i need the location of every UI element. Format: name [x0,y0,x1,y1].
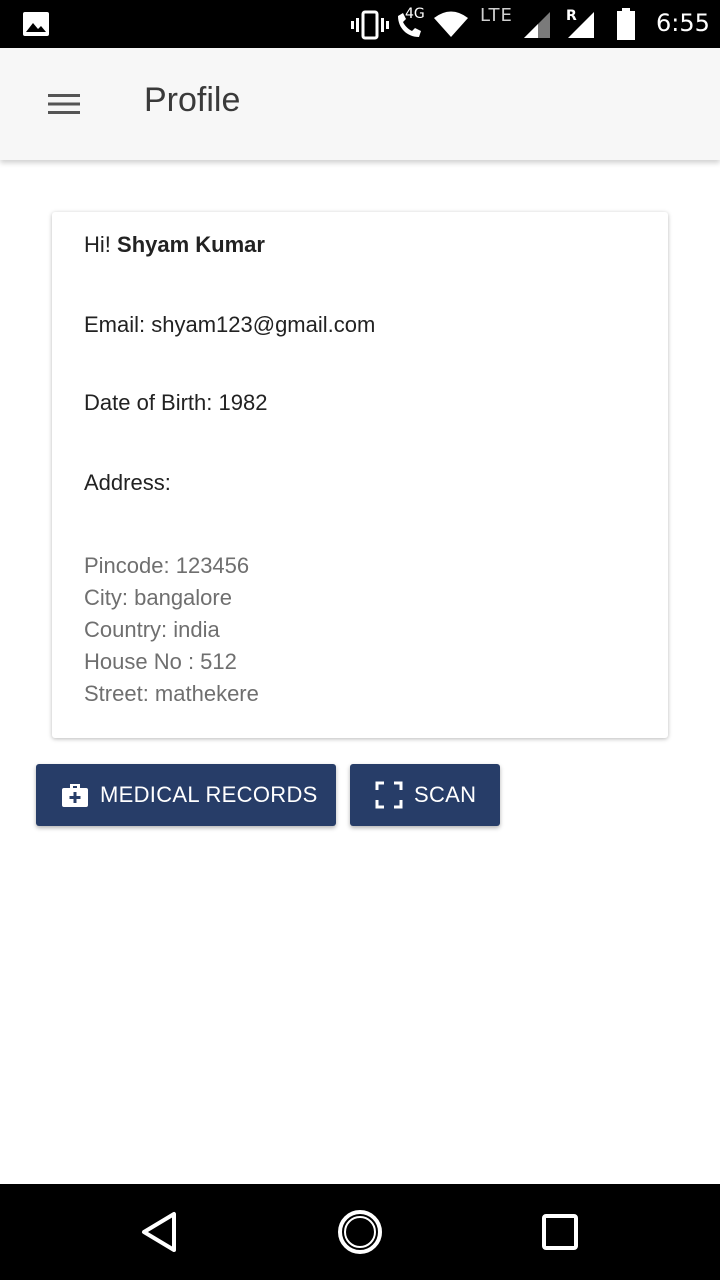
address-pincode: Pincode: 123456 [84,553,250,578]
address-country: Country: india [84,617,220,642]
dob-text: Date of Birth: 1982 [84,390,268,415]
greeting: Hi! Shyam Kumar [84,232,265,258]
address-house-no: House No : 512 [84,649,237,674]
vibrate-icon [351,10,389,40]
medical-kit-icon [62,784,88,807]
address-details: Pincode: 123456 City: bangalore Country:… [84,550,259,710]
medical-records-button[interactable]: MEDICAL RECORDS [36,764,336,826]
network-type-label: 4G [405,6,425,22]
scan-button[interactable]: SCAN [350,764,500,826]
recents-icon[interactable] [536,1208,584,1256]
profile-card: Hi! Shyam Kumar Email: shyam123@gmail.co… [52,212,668,738]
hamburger-menu-icon [48,94,80,114]
image-icon [23,12,49,36]
system-nav-bar [0,1184,720,1280]
wifi-icon [434,11,468,37]
menu-button[interactable] [30,80,98,128]
wifi-call-icon: 4G [393,6,427,40]
address-city: City: bangalore [84,585,232,610]
medical-records-label: MEDICAL RECORDS [100,782,318,807]
home-icon[interactable] [336,1208,384,1256]
app-bar: Profile [0,48,720,160]
scan-label: SCAN [414,782,477,807]
greeting-prefix: Hi! [84,232,111,257]
clock-time: 6:55 [656,9,710,37]
user-name: Shyam Kumar [117,232,265,257]
page-title: Profile [144,81,241,119]
status-bar: 4G LTE R 6:55 [0,0,720,48]
roaming-label: R [566,8,577,24]
email-text: Email: shyam123@gmail.com [84,312,376,337]
address-street: Street: mathekere [84,681,259,706]
signal-icon [524,12,550,38]
back-icon[interactable] [136,1208,184,1256]
lte-label: LTE [480,5,513,26]
scan-frame-icon [375,781,403,809]
battery-icon [617,8,635,40]
address-label: Address: [84,470,171,495]
